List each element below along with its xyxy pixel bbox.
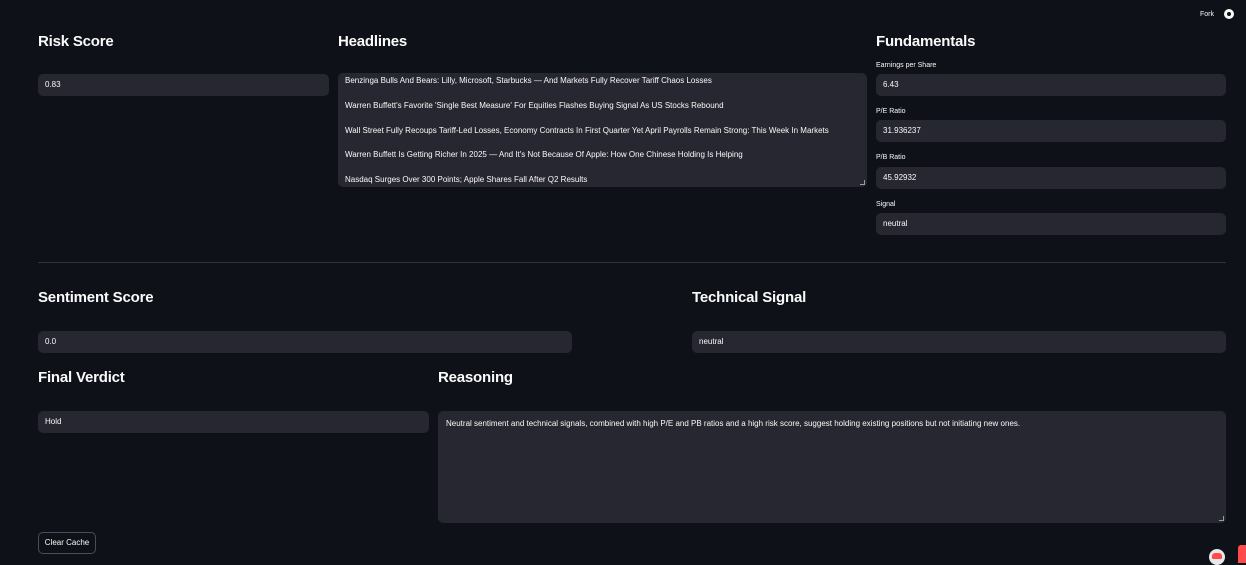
- reasoning-text: Neutral sentiment and technical signals,…: [446, 419, 1021, 428]
- technical-signal-heading: Technical Signal: [692, 289, 807, 306]
- eps-label: Earnings per Share: [876, 62, 937, 69]
- headline-item: Nasdaq Surges Over 300 Points; Apple Sha…: [345, 175, 588, 185]
- headline-item: Wall Street Fully Recoups Tariff-Led Los…: [345, 125, 829, 135]
- pb-ratio-label: P/B Ratio: [876, 154, 906, 161]
- headline-item: Benzinga Bulls And Bears: Lilly, Microso…: [345, 76, 712, 85]
- signal-label: Signal: [876, 201, 896, 208]
- signal-field[interactable]: neutral: [876, 213, 1226, 235]
- technical-signal-field[interactable]: neutral: [692, 331, 1226, 353]
- top-bar: Fork: [1200, 9, 1234, 19]
- reasoning-heading: Reasoning: [438, 369, 513, 386]
- pb-ratio-field[interactable]: 45.92932: [876, 167, 1226, 189]
- risk-score-heading: Risk Score: [38, 33, 114, 50]
- github-icon[interactable]: [1224, 9, 1234, 19]
- sentiment-score-field[interactable]: 0.0: [38, 331, 572, 353]
- resize-handle-icon[interactable]: [860, 180, 865, 185]
- reasoning-textarea[interactable]: Neutral sentiment and technical signals,…: [438, 411, 1226, 523]
- fundamentals-heading: Fundamentals: [876, 33, 976, 50]
- headlines-heading: Headlines: [338, 33, 408, 50]
- fork-link[interactable]: Fork: [1200, 11, 1214, 18]
- sentiment-score-heading: Sentiment Score: [38, 289, 154, 306]
- risk-score-field[interactable]: 0.83: [38, 74, 329, 96]
- final-verdict-field[interactable]: Hold: [38, 411, 429, 433]
- final-verdict-heading: Final Verdict: [38, 369, 125, 386]
- clear-cache-button[interactable]: Clear Cache: [38, 532, 96, 554]
- manage-app-tab[interactable]: [1238, 545, 1246, 563]
- eps-field[interactable]: 6.43: [876, 74, 1226, 96]
- headline-item: Warren Buffett's Favorite 'Single Best M…: [345, 100, 724, 110]
- headlines-textarea[interactable]: Benzinga Bulls And Bears: Lilly, Microso…: [338, 73, 867, 187]
- resize-handle-icon[interactable]: [1219, 516, 1224, 521]
- pe-ratio-field[interactable]: 31.936237: [876, 120, 1226, 142]
- section-divider: [38, 262, 1226, 263]
- headline-item: Warren Buffett Is Getting Richer In 2025…: [345, 150, 743, 160]
- pe-ratio-label: P/E Ratio: [876, 108, 906, 115]
